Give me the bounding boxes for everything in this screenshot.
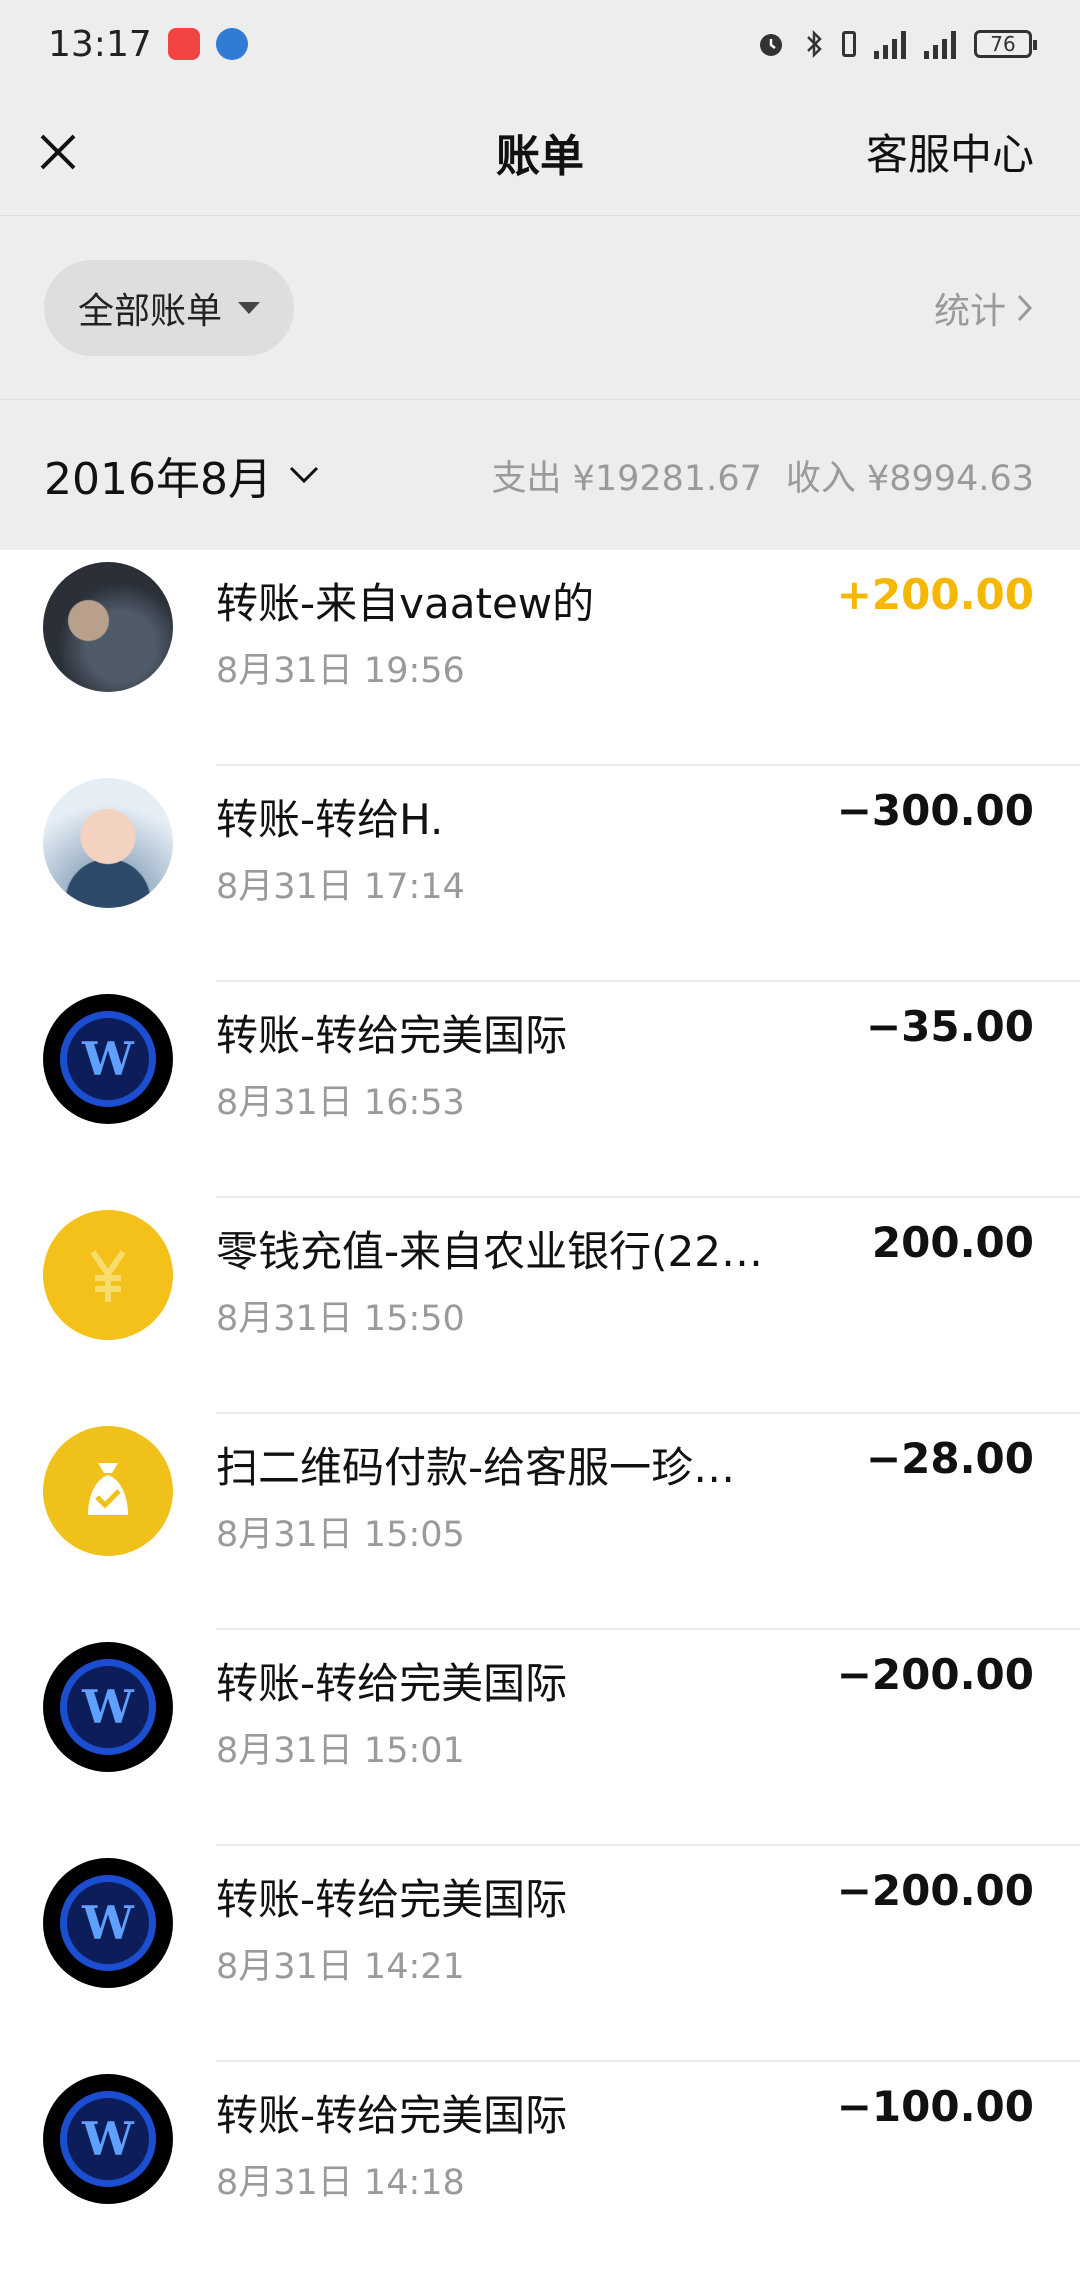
transaction-title: 转账-转给完美国际 [216, 2091, 568, 2140]
transaction-row[interactable]: 扫二维码付款-给客服一珍… 8月31日 15:05 −28.00 [0, 1414, 1080, 1630]
signal-1-icon [874, 29, 906, 59]
statistics-label: 统计 [933, 290, 1006, 332]
statistics-link[interactable]: 统计 [934, 282, 1034, 334]
transaction-amount: −200.00 [836, 1650, 1034, 1699]
transaction-list: 转账-来自vaatew的 8月31日 19:56 +200.00 转账-转给H.… [0, 550, 1080, 2278]
transaction-time: 8月31日 15:01 [216, 1731, 465, 1771]
month-selector[interactable]: 2016年8月 [44, 443, 320, 507]
transaction-amount: −200.00 [836, 1866, 1034, 1915]
photo-avatar-icon [43, 778, 173, 908]
transaction-row[interactable]: 转账-转给H. 8月31日 17:14 −300.00 [0, 766, 1080, 982]
browser-app-icon [215, 28, 248, 60]
transaction-time: 8月31日 14:21 [216, 1947, 465, 1987]
transaction-time: 8月31日 17:14 [216, 867, 465, 907]
transaction-time: 8月31日 19:56 [216, 651, 465, 691]
transaction-amount: +200.00 [836, 570, 1034, 619]
transaction-time: 8月31日 15:50 [216, 1299, 465, 1339]
huawei-app-icon [167, 28, 200, 60]
close-icon[interactable] [34, 128, 82, 176]
status-bar: 13:17 76 [0, 0, 1080, 88]
transaction-row[interactable]: W 转账-转给完美国际 8月31日 16:53 −35.00 [0, 982, 1080, 1198]
transaction-amount: −300.00 [836, 786, 1034, 835]
income-total: 收入 ¥8994.63 [785, 458, 1034, 499]
w-logo-icon: W [43, 1858, 173, 1988]
chevron-right-icon [1017, 294, 1033, 321]
month-summary: 支出 ¥19281.67 收入 ¥8994.63 [491, 450, 1034, 501]
transaction-row[interactable]: W 转账-转给完美国际 8月31日 14:18 −100.00 [0, 2062, 1080, 2278]
customer-service-link[interactable]: 客服中心 [866, 121, 1034, 182]
transaction-title: 转账-转给H. [216, 795, 444, 844]
signal-2-icon [924, 29, 956, 59]
month-summary-bar: 2016年8月 支出 ¥19281.67 收入 ¥8994.63 [0, 400, 1080, 550]
bill-filter-label: 全部账单 [78, 290, 223, 332]
month-label: 2016年8月 [44, 454, 272, 505]
page-title: 账单 [496, 130, 584, 182]
transaction-amount: −35.00 [865, 1002, 1034, 1051]
transaction-time: 8月31日 14:18 [216, 2163, 465, 2203]
transaction-time: 8月31日 15:05 [216, 1515, 465, 1555]
money-bag-icon [43, 1426, 173, 1556]
caret-down-icon [238, 301, 261, 314]
w-logo-icon: W [43, 2074, 173, 2204]
transaction-amount: 200.00 [871, 1218, 1034, 1267]
transaction-row[interactable]: W 转账-转给完美国际 8月31日 14:21 −200.00 [0, 1846, 1080, 2062]
battery-icon: 76 [974, 30, 1037, 58]
w-logo-icon: W [43, 1642, 173, 1772]
nav-bar: 账单 客服中心 [0, 88, 1080, 216]
transaction-title: 扫二维码付款-给客服一珍… [216, 1443, 736, 1492]
transaction-title: 转账-转给完美国际 [216, 1011, 568, 1060]
photo-avatar-icon [43, 562, 173, 692]
status-time: 13:17 [48, 23, 152, 65]
transaction-title: 零钱充值-来自农业银行(22… [216, 1227, 763, 1276]
transaction-row[interactable]: W 转账-转给完美国际 8月31日 15:01 −200.00 [0, 1630, 1080, 1846]
yen-icon [43, 1210, 173, 1340]
bill-filter-dropdown[interactable]: 全部账单 [44, 259, 295, 356]
alarm-icon [760, 34, 782, 56]
transaction-amount: −28.00 [865, 1434, 1034, 1483]
transaction-title: 转账-转给完美国际 [216, 1875, 568, 1924]
w-logo-icon: W [43, 994, 173, 1124]
transaction-row[interactable]: 转账-来自vaatew的 8月31日 19:56 +200.00 [0, 550, 1080, 766]
filter-bar: 全部账单 统计 [0, 216, 1080, 400]
bluetooth-icon [807, 29, 822, 59]
transaction-amount: −100.00 [836, 2082, 1034, 2131]
transaction-time: 8月31日 16:53 [216, 1083, 465, 1123]
expense-total: 支出 ¥19281.67 [491, 458, 762, 499]
vibrate-icon [842, 31, 856, 57]
transaction-title: 转账-来自vaatew的 [216, 579, 595, 628]
transaction-row[interactable]: 零钱充值-来自农业银行(22… 8月31日 15:50 200.00 [0, 1198, 1080, 1414]
chevron-down-icon [289, 466, 319, 484]
transaction-title: 转账-转给完美国际 [216, 1659, 568, 1708]
